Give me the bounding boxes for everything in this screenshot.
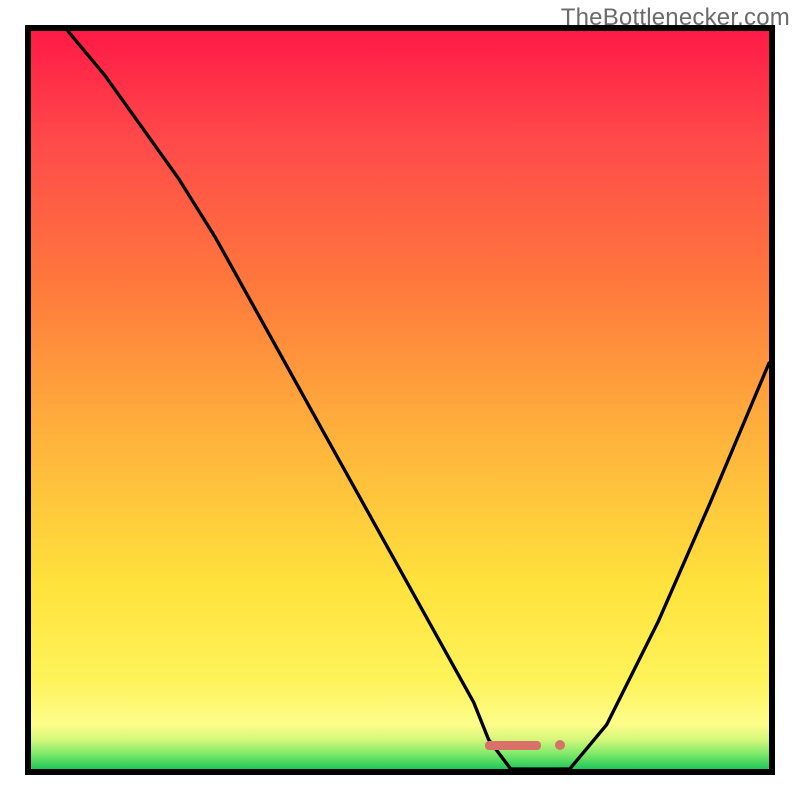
optimal-range-marker xyxy=(485,741,541,750)
chart-frame xyxy=(25,25,775,775)
watermark-text: TheBottlenecker.com xyxy=(561,4,790,32)
chart-gradient-background xyxy=(31,31,769,769)
